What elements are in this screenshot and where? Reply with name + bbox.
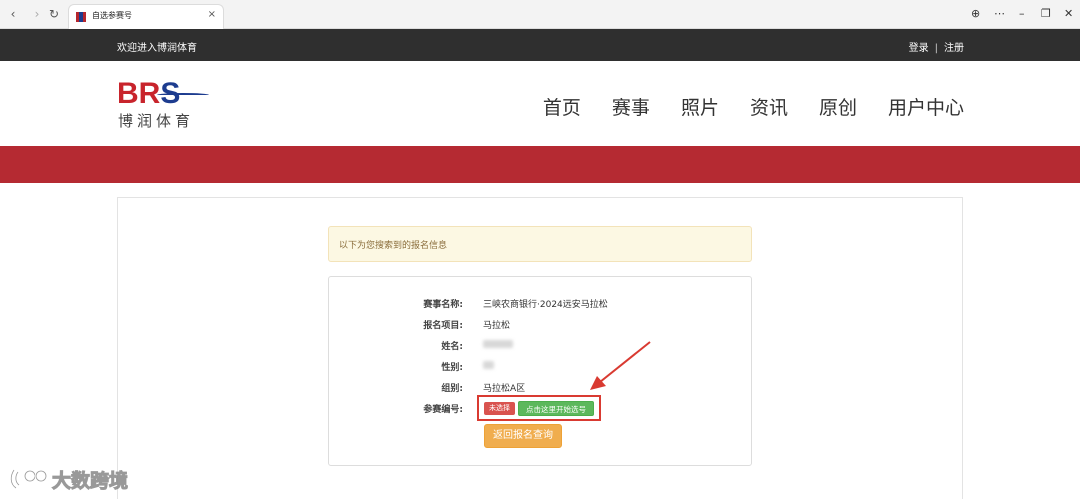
- auth-separator: |: [934, 43, 938, 54]
- watermark: 大数跨境: [8, 466, 129, 492]
- event-name-label: 赛事名称:: [423, 300, 463, 310]
- browser-tab[interactable]: 自选参赛号 ×: [68, 4, 224, 29]
- browser-toolbar: ‹ › ↻ 自选参赛号 × ⊕ ⋯ – ❐ ✕: [0, 0, 1080, 29]
- register-link[interactable]: 注册: [944, 43, 964, 54]
- watermark-logo-icon: [10, 469, 48, 490]
- close-window-button[interactable]: ✕: [1064, 7, 1073, 21]
- watermark-text: 大数跨境: [51, 469, 129, 492]
- tab-title: 自选参赛号: [92, 11, 132, 20]
- nav-news[interactable]: 资讯: [750, 93, 788, 120]
- back-to-registration-query-button[interactable]: 返回报名查询: [484, 424, 562, 448]
- nav-home[interactable]: 首页: [543, 93, 581, 120]
- start-select-number-button[interactable]: 点击这里开始选号: [518, 401, 594, 416]
- logo-swoosh: [157, 93, 209, 97]
- top-bar: 欢迎进入博润体育 登录 | 注册: [0, 29, 1080, 61]
- site-logo[interactable]: BRS 博润体育: [117, 79, 209, 131]
- red-banner: [0, 146, 1080, 183]
- name-value-redacted: [483, 340, 513, 348]
- forward-icon[interactable]: ›: [30, 7, 44, 21]
- auth-links: 登录 | 注册: [909, 39, 964, 54]
- nav-user-center[interactable]: 用户中心: [888, 93, 964, 120]
- gender-label: 性别:: [441, 363, 463, 373]
- bib-number-label: 参赛编号:: [423, 405, 463, 415]
- alert-text: 以下为您搜索到的报名信息: [339, 241, 448, 251]
- more-icon[interactable]: ⋯: [994, 7, 1005, 21]
- group-value: 马拉松A区: [483, 384, 526, 394]
- favicon-icon: [76, 12, 86, 22]
- event-name-value: 三峡农商银行·2024远安马拉松: [483, 300, 608, 310]
- login-link[interactable]: 登录: [909, 43, 929, 54]
- name-label: 姓名:: [441, 342, 463, 352]
- project-value: 马拉松: [483, 321, 511, 331]
- minimize-button[interactable]: –: [1019, 7, 1025, 21]
- nav-photos[interactable]: 照片: [681, 93, 719, 120]
- restore-button[interactable]: ❐: [1041, 7, 1051, 21]
- nav-events[interactable]: 赛事: [612, 93, 650, 120]
- globe-icon[interactable]: ⊕: [971, 7, 980, 21]
- main-nav: 首页 赛事 照片 资讯 原创 用户中心: [543, 93, 964, 120]
- site-header: BRS 博润体育 首页 赛事 照片 资讯 原创 用户中心: [0, 61, 1080, 146]
- group-label: 组别:: [441, 384, 463, 394]
- nav-original[interactable]: 原创: [819, 93, 857, 120]
- gender-value-redacted: [483, 361, 494, 369]
- logo-chinese-name: 博润体育: [118, 112, 195, 130]
- search-result-alert: 以下为您搜索到的报名信息: [328, 226, 752, 262]
- welcome-text: 欢迎进入博润体育: [117, 43, 197, 54]
- reload-icon[interactable]: ↻: [47, 7, 61, 21]
- tab-close-icon[interactable]: ×: [208, 9, 216, 20]
- back-icon[interactable]: ‹: [6, 7, 20, 21]
- project-label: 报名项目:: [423, 321, 463, 331]
- bib-status-badge: 未选择: [484, 402, 515, 415]
